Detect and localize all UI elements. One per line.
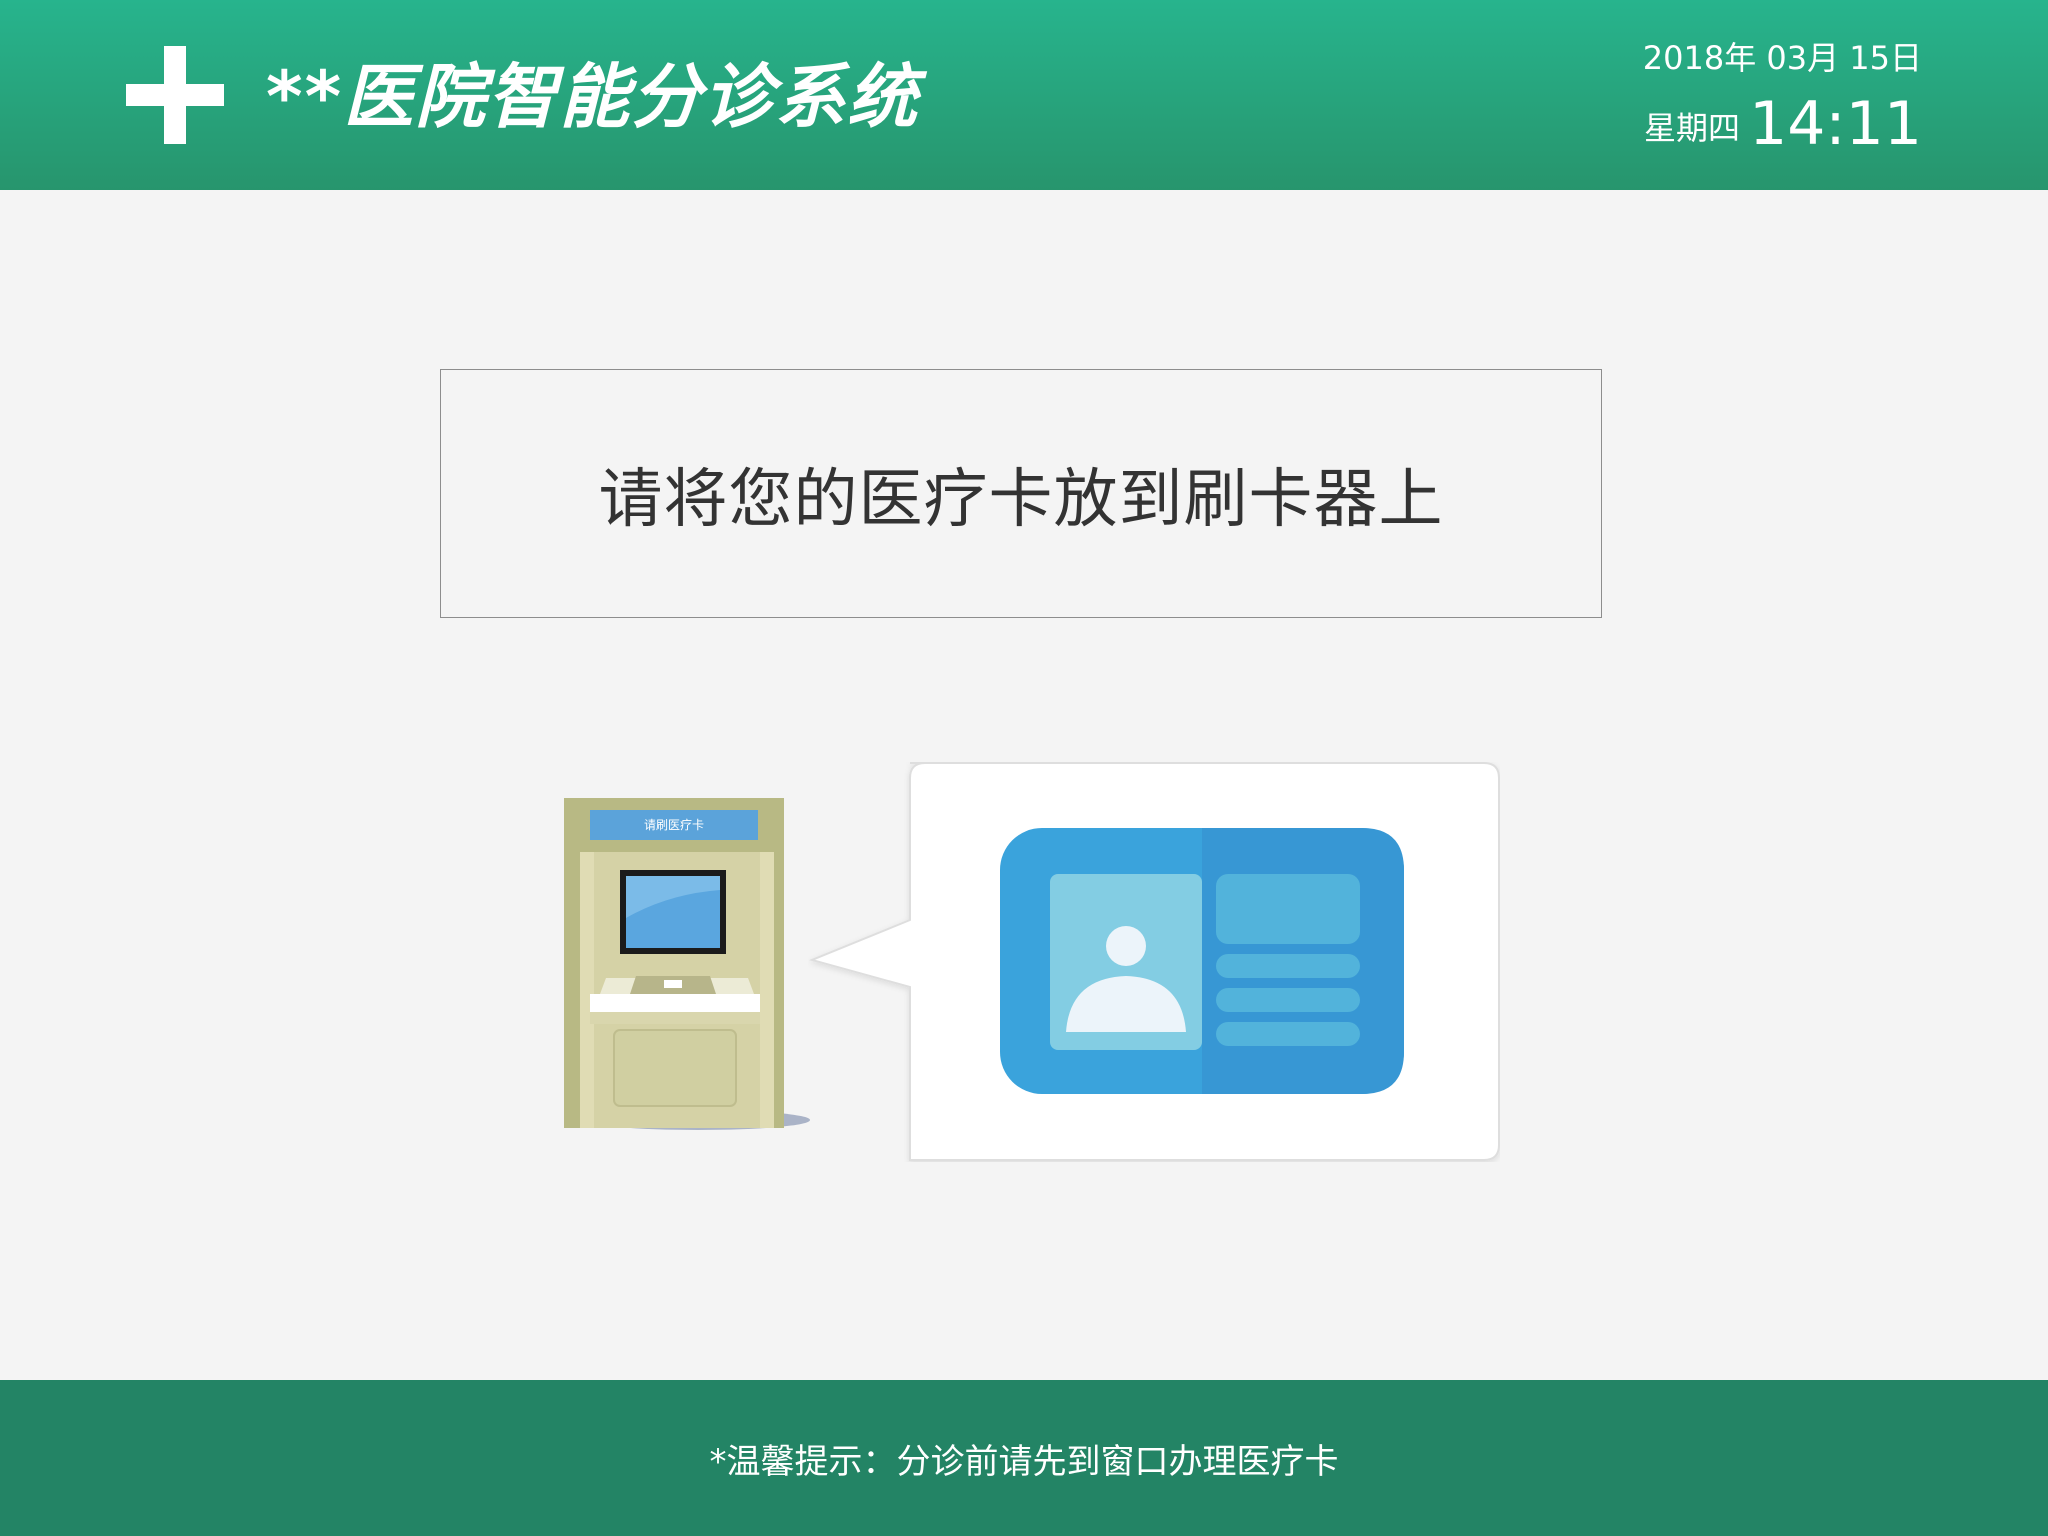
footer-bar: *温馨提示：分诊前请先到窗口办理医疗卡 xyxy=(0,1380,2048,1536)
current-time: 14:11 xyxy=(1749,89,1922,159)
header-bar: **医院智能分诊系统 2018年 03月 15日 星期四 14:11 xyxy=(0,0,2048,190)
app-title: **医院智能分诊系统 xyxy=(266,56,920,138)
instruction-box: 请将您的医疗卡放到刷卡器上 xyxy=(440,369,1602,618)
plus-icon xyxy=(126,46,224,144)
instruction-text: 请将您的医疗卡放到刷卡器上 xyxy=(598,462,1444,537)
speech-bubble xyxy=(808,762,1500,1162)
kiosk-screen-label: 请刷医疗卡 xyxy=(643,818,704,832)
footer-tip: *温馨提示：分诊前请先到窗口办理医疗卡 xyxy=(709,1441,1339,1482)
current-date: 2018年 03月 15日 xyxy=(1642,39,1922,77)
current-weekday: 星期四 xyxy=(1644,109,1741,147)
medical-card-icon xyxy=(1000,828,1404,1094)
